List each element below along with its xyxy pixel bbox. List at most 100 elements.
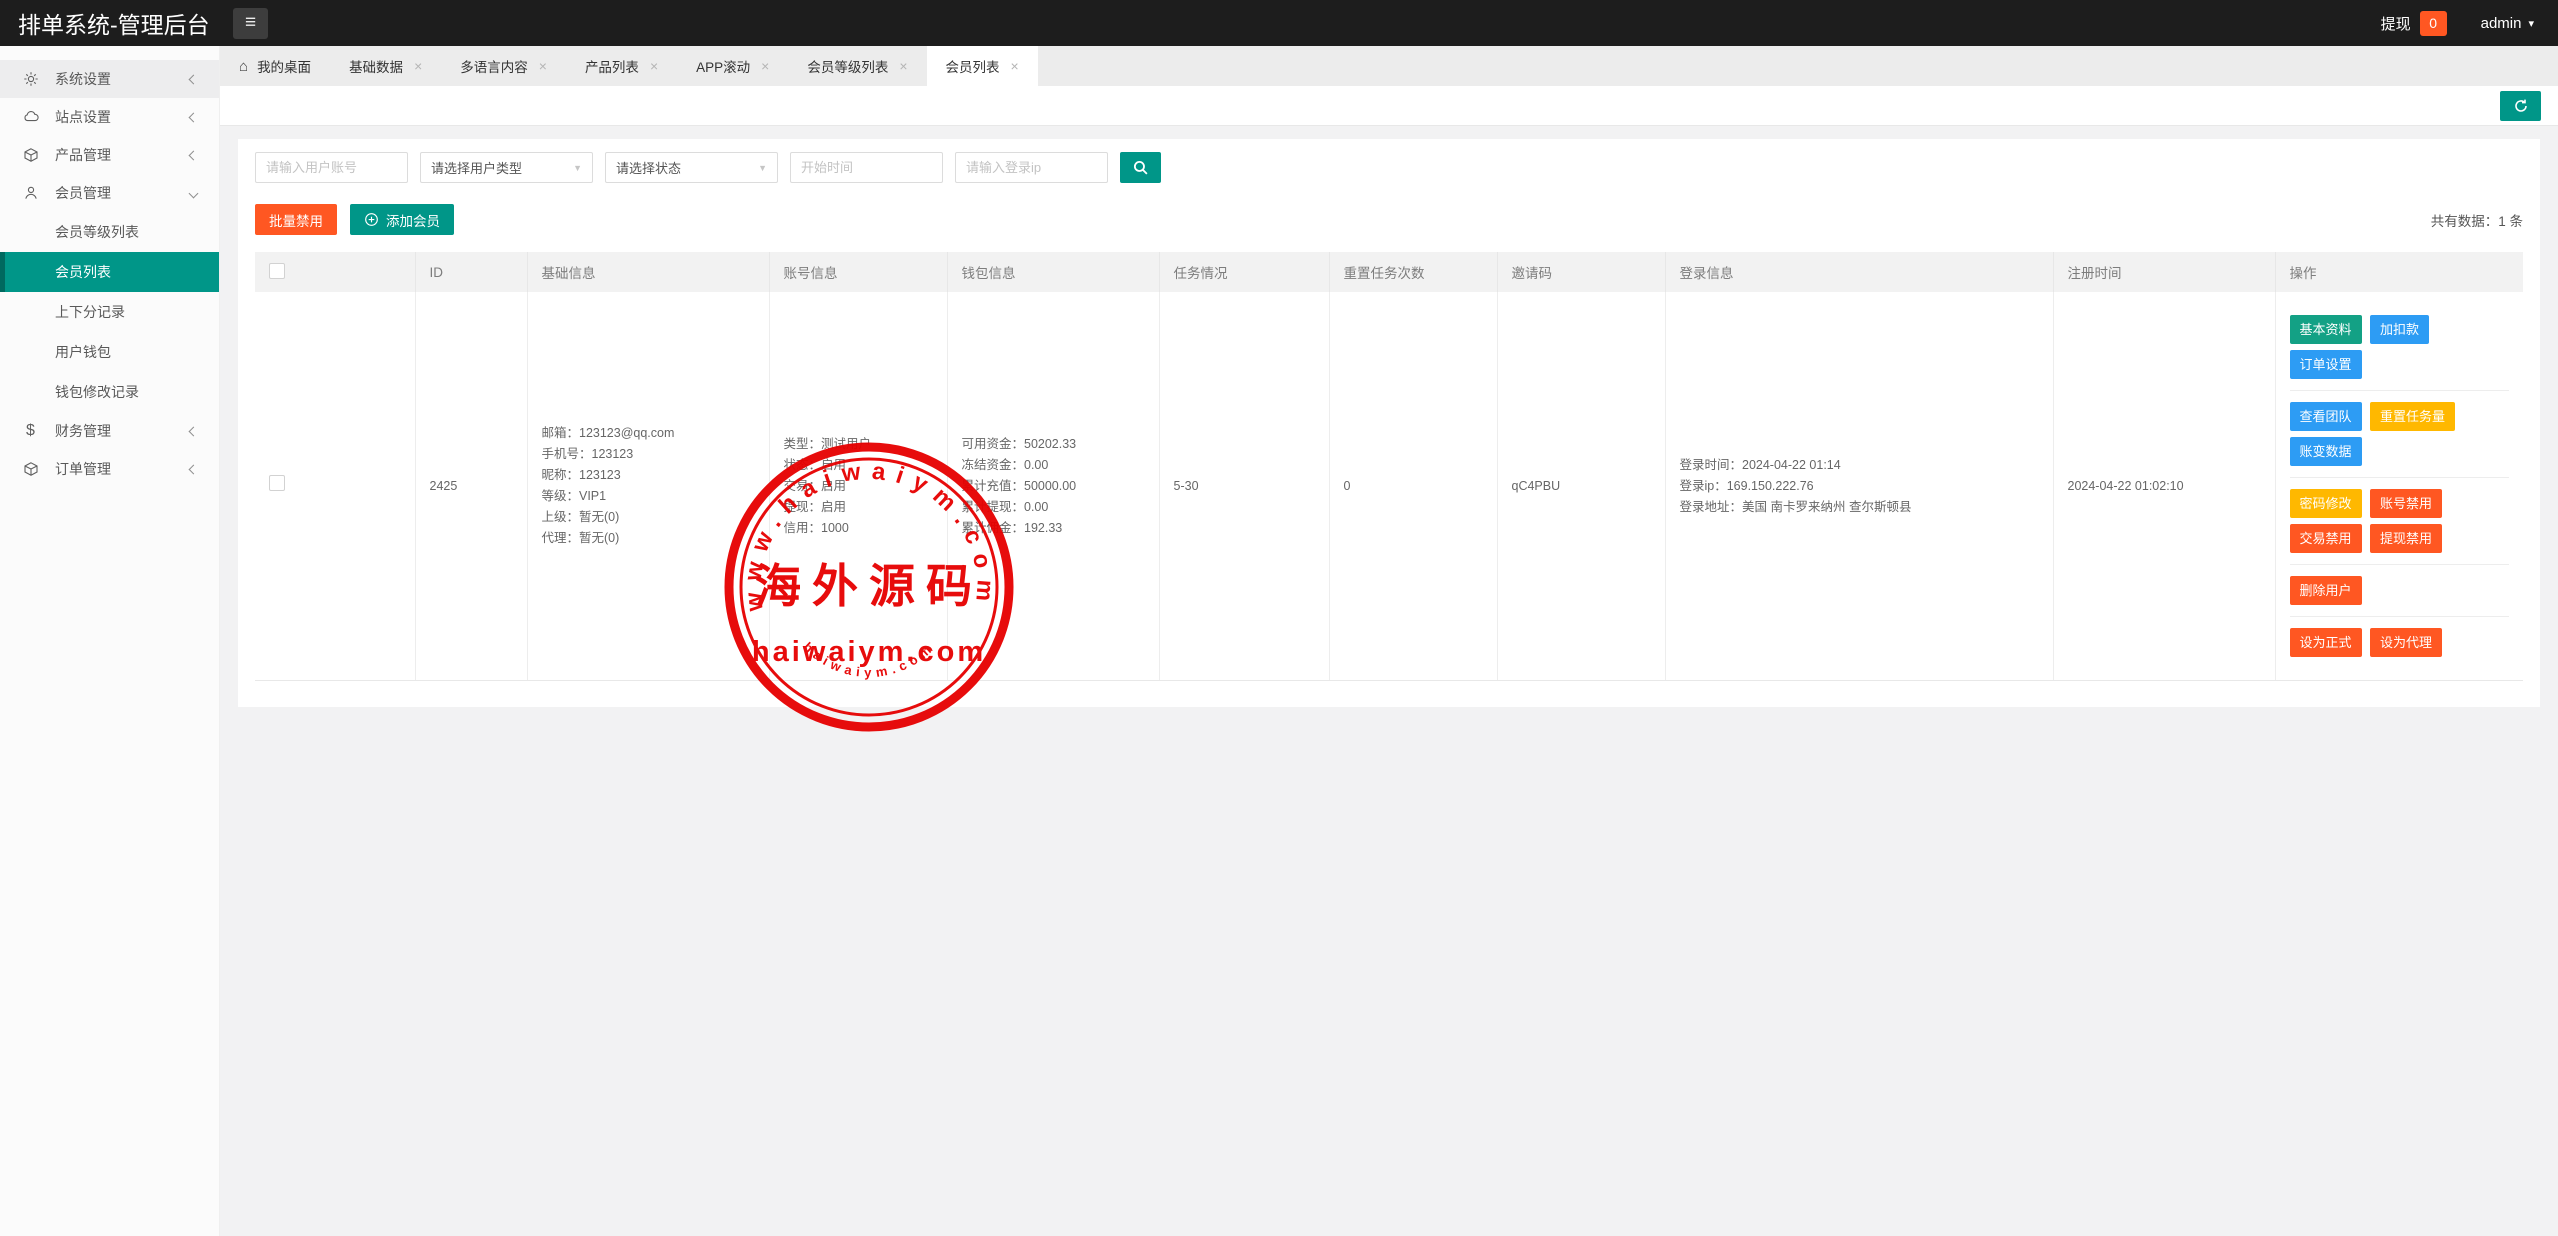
- col-id: ID: [415, 252, 527, 292]
- sidebar-item-site-settings[interactable]: 站点设置: [0, 98, 219, 136]
- user-menu[interactable]: admin ▾: [2481, 15, 2534, 32]
- user-type-select[interactable]: 请选择用户类型 ▼: [420, 152, 593, 183]
- row-checkbox[interactable]: [269, 475, 285, 491]
- withdraw-menu[interactable]: 提现 0: [2381, 11, 2447, 36]
- chevron-left-icon: [189, 112, 199, 122]
- chevron-left-icon: [189, 150, 199, 160]
- hamburger-menu-icon[interactable]: ≡: [233, 8, 268, 39]
- status-select[interactable]: 请选择状态 ▼: [605, 152, 778, 183]
- col-account-info: 账号信息: [769, 252, 947, 292]
- account-input[interactable]: [255, 152, 408, 183]
- tab-member-list[interactable]: 会员列表 ×: [927, 46, 1038, 86]
- tab-multilang-content[interactable]: 多语言内容 ×: [441, 46, 566, 86]
- close-icon[interactable]: ×: [761, 58, 769, 74]
- change-password-button[interactable]: 密码修改: [2290, 489, 2362, 518]
- withdraw-count-badge: 0: [2420, 11, 2447, 36]
- sidebar-item-user-wallet[interactable]: 用户钱包: [0, 332, 219, 372]
- filter-bar: 请选择用户类型 ▼ 请选择状态 ▼: [255, 152, 2523, 183]
- plus-circle-icon: [364, 212, 379, 227]
- bulk-actions-row: 批量禁用 添加会员 共有数据：1 条: [255, 204, 2523, 235]
- sidebar-item-updown-records[interactable]: 上下分记录: [0, 292, 219, 332]
- order-settings-button[interactable]: 订单设置: [2290, 350, 2362, 379]
- action-group: 删除用户: [2290, 564, 2510, 616]
- action-group: 密码修改 账号禁用 交易禁用 提现禁用: [2290, 477, 2510, 564]
- sidebar-item-product-management[interactable]: 产品管理: [0, 136, 219, 174]
- col-basic-info: 基础信息: [527, 252, 769, 292]
- search-button[interactable]: [1120, 152, 1161, 183]
- sidebar-item-member-management[interactable]: 会员管理: [0, 174, 219, 212]
- action-group: 查看团队 重置任务量 账变数据: [2290, 390, 2510, 477]
- add-deduct-funds-button[interactable]: 加扣款: [2370, 315, 2429, 344]
- action-group: 基本资料 加扣款 订单设置: [2290, 304, 2510, 390]
- tab-my-desktop[interactable]: ⌂ 我的桌面: [220, 46, 330, 86]
- tab-product-list[interactable]: 产品列表 ×: [566, 46, 677, 86]
- close-icon[interactable]: ×: [414, 58, 422, 74]
- chevron-left-icon: [189, 74, 199, 84]
- table-header-row: ID 基础信息 账号信息 钱包信息 任务情况 重置任务次数 邀请码 登录信息 注…: [255, 252, 2523, 292]
- cell-task-status: 5-30: [1159, 292, 1329, 681]
- reset-task-quota-button[interactable]: 重置任务量: [2370, 402, 2455, 431]
- disable-withdraw-button[interactable]: 提现禁用: [2370, 524, 2442, 553]
- disable-trade-button[interactable]: 交易禁用: [2290, 524, 2362, 553]
- cell-id: 2425: [415, 292, 527, 681]
- start-time-input[interactable]: [790, 152, 943, 183]
- cell-login-info: 登录时间：2024-04-22 01:14 登录ip：169.150.222.7…: [1665, 292, 2053, 681]
- sidebar-item-system-settings[interactable]: 系统设置: [0, 60, 219, 98]
- app-title: 排单系统-管理后台: [0, 6, 220, 40]
- balance-change-data-button[interactable]: 账变数据: [2290, 437, 2362, 466]
- tab-basic-data[interactable]: 基础数据 ×: [330, 46, 441, 86]
- dollar-icon: $: [22, 423, 39, 440]
- sidebar: 系统设置 站点设置 产品管理 会员管理 会员等级列表: [0, 46, 220, 1236]
- delete-user-button[interactable]: 删除用户: [2290, 576, 2362, 605]
- col-task-status: 任务情况: [1159, 252, 1329, 292]
- basic-profile-button[interactable]: 基本资料: [2290, 315, 2362, 344]
- close-icon[interactable]: ×: [539, 58, 547, 74]
- sidebar-item-member-list[interactable]: 会员列表: [0, 252, 219, 292]
- cube-icon: [22, 147, 39, 164]
- sidebar-item-member-level-list[interactable]: 会员等级列表: [0, 212, 219, 252]
- chevron-down-icon: ▼: [758, 163, 767, 173]
- tab-app-scroll[interactable]: APP滚动 ×: [677, 46, 788, 86]
- username: admin: [2481, 15, 2522, 32]
- close-icon[interactable]: ×: [899, 58, 907, 74]
- tab-member-level-list[interactable]: 会员等级列表 ×: [788, 46, 926, 86]
- select-all-checkbox[interactable]: [269, 263, 285, 279]
- home-icon: ⌂: [239, 58, 248, 75]
- col-invite-code: 邀请码: [1497, 252, 1665, 292]
- close-icon[interactable]: ×: [1011, 58, 1019, 74]
- col-reset-task-count: 重置任务次数: [1329, 252, 1497, 292]
- cloud-icon: [22, 109, 39, 126]
- withdraw-label: 提现: [2381, 13, 2411, 34]
- close-icon[interactable]: ×: [650, 58, 658, 74]
- sidebar-item-wallet-modify-records[interactable]: 钱包修改记录: [0, 372, 219, 412]
- top-header: 排单系统-管理后台 ≡ 提现 0 admin ▾: [0, 0, 2558, 46]
- login-ip-input[interactable]: [955, 152, 1108, 183]
- action-group: 设为正式 设为代理: [2290, 616, 2510, 668]
- tab-bar: ⌂ 我的桌面 基础数据 × 多语言内容 × 产品列表 × APP滚动 × 会员等…: [220, 46, 2558, 86]
- set-official-button[interactable]: 设为正式: [2290, 628, 2362, 657]
- col-register-time: 注册时间: [2053, 252, 2275, 292]
- cell-wallet-info: 可用资金：50202.33 冻结资金：0.00 累计充值：50000.00 累计…: [947, 292, 1159, 681]
- disable-account-button[interactable]: 账号禁用: [2370, 489, 2442, 518]
- chevron-down-icon: ▼: [573, 163, 582, 173]
- user-icon: [22, 185, 39, 202]
- view-team-button[interactable]: 查看团队: [2290, 402, 2362, 431]
- refresh-button[interactable]: [2500, 91, 2541, 121]
- cell-invite-code: qC4PBU: [1497, 292, 1665, 681]
- add-member-button[interactable]: 添加会员: [350, 204, 454, 235]
- col-actions: 操作: [2275, 252, 2523, 292]
- sidebar-item-finance-management[interactable]: $ 财务管理: [0, 412, 219, 450]
- cell-actions: 基本资料 加扣款 订单设置 查看团队 重置任务量 账变数据 密码修改: [2275, 292, 2523, 681]
- content-toolbar: [220, 86, 2558, 126]
- chevron-left-icon: [189, 426, 199, 436]
- cube-icon: [22, 461, 39, 478]
- sidebar-item-order-management[interactable]: 订单管理: [0, 450, 219, 488]
- total-count-label: 共有数据：1 条: [2431, 210, 2523, 230]
- refresh-icon: [2513, 98, 2529, 114]
- batch-disable-button[interactable]: 批量禁用: [255, 204, 337, 235]
- set-agent-button[interactable]: 设为代理: [2370, 628, 2442, 657]
- table-row: 2425 邮箱：123123@qq.com 手机号：123123 昵称：1231…: [255, 292, 2523, 681]
- cell-account-info: 类型：测试用户 状态：启用 交易：启用 提现：启用 信用：1000: [769, 292, 947, 681]
- member-list-panel: 请选择用户类型 ▼ 请选择状态 ▼ 批量禁用: [238, 139, 2540, 707]
- cell-basic-info: 邮箱：123123@qq.com 手机号：123123 昵称：123123 等级…: [527, 292, 769, 681]
